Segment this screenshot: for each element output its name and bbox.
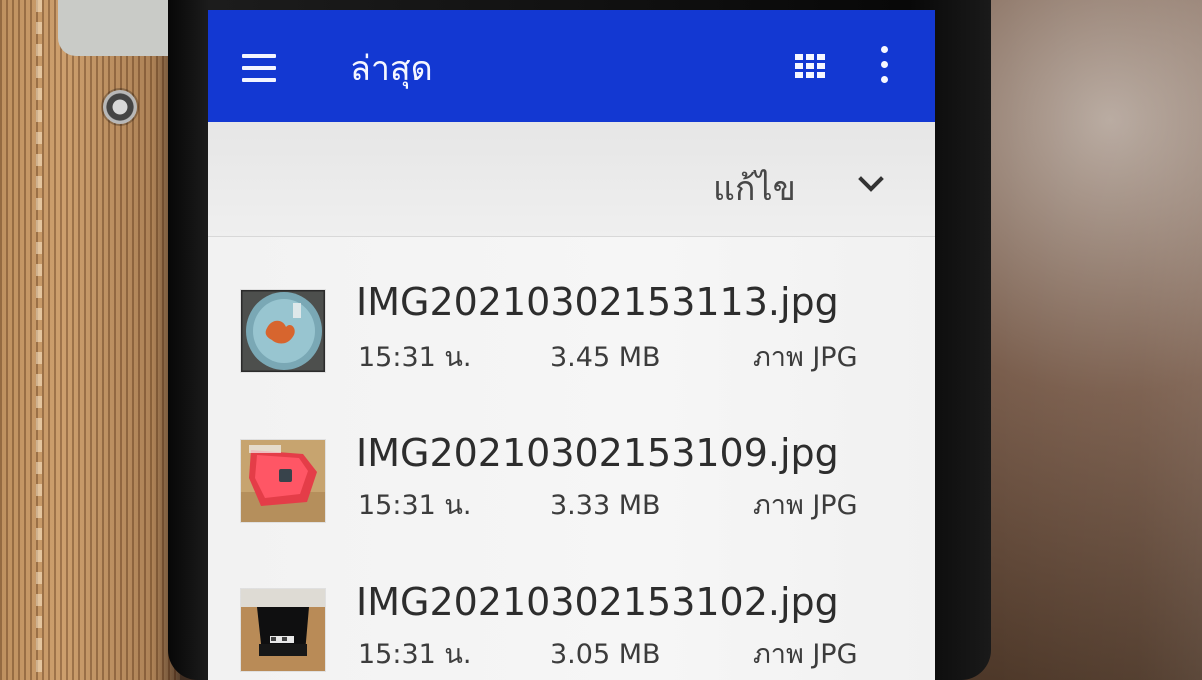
file-time: 15:31 น. bbox=[358, 342, 472, 373]
sort-toolbar: แก้ไข bbox=[208, 122, 935, 237]
file-name: IMG20210302153113.jpg bbox=[356, 280, 839, 324]
file-time: 15:31 น. bbox=[358, 490, 472, 521]
menu-line bbox=[242, 54, 276, 58]
grid-cell bbox=[817, 54, 825, 60]
file-size: 3.33 MB bbox=[550, 490, 661, 521]
case-top-edge bbox=[58, 0, 180, 56]
file-name: IMG20210302153109.jpg bbox=[356, 431, 839, 475]
grid-cell bbox=[806, 54, 814, 60]
recent-files-list: IMG20210302153113.jpg 15:31 น. 3.45 MB ภ… bbox=[208, 237, 935, 680]
file-type: ภาพ JPG bbox=[753, 490, 858, 521]
image-thumbnail-black-device bbox=[241, 589, 325, 671]
file-time: 15:31 น. bbox=[358, 639, 472, 670]
file-list-item[interactable]: IMG20210302153113.jpg 15:31 น. 3.45 MB ภ… bbox=[208, 276, 935, 421]
grid-cell bbox=[795, 54, 803, 60]
more-dot bbox=[881, 76, 888, 83]
grid-cell bbox=[806, 72, 814, 78]
case-rivet bbox=[103, 90, 137, 124]
file-size: 3.05 MB bbox=[550, 639, 661, 670]
grid-cell bbox=[795, 72, 803, 78]
more-dot bbox=[881, 61, 888, 68]
case-stitching bbox=[36, 0, 42, 680]
more-dot bbox=[881, 46, 888, 53]
menu-line bbox=[242, 66, 276, 70]
file-name: IMG20210302153102.jpg bbox=[356, 580, 839, 624]
hamburger-menu-icon[interactable] bbox=[242, 54, 276, 82]
file-size: 3.45 MB bbox=[550, 342, 661, 373]
chevron-down-icon bbox=[858, 176, 884, 192]
sort-dropdown-button[interactable]: แก้ไข bbox=[708, 160, 898, 220]
image-thumbnail-red-object bbox=[241, 440, 325, 522]
app-toolbar: ล่าสุด bbox=[208, 10, 935, 122]
grid-view-icon[interactable] bbox=[795, 54, 825, 79]
menu-line bbox=[242, 78, 276, 82]
file-type: ภาพ JPG bbox=[753, 639, 858, 670]
image-thumbnail-round-object bbox=[241, 290, 325, 372]
more-vertical-icon[interactable] bbox=[877, 46, 891, 88]
sort-label: แก้ไข bbox=[713, 169, 796, 209]
grid-cell bbox=[795, 63, 803, 69]
file-type: ภาพ JPG bbox=[753, 342, 858, 373]
grid-cell bbox=[817, 63, 825, 69]
file-list-item[interactable]: IMG20210302153109.jpg 15:31 น. 3.33 MB ภ… bbox=[208, 421, 935, 566]
leather-phone-case bbox=[0, 0, 180, 680]
page-title: ล่าสุด bbox=[350, 49, 433, 89]
file-list-item[interactable]: IMG20210302153102.jpg 15:31 น. 3.05 MB ภ… bbox=[208, 566, 935, 680]
grid-cell bbox=[806, 63, 814, 69]
phone-screen: ล่าสุด แก้ไข IMG20210302153113.jpg 15:31… bbox=[208, 10, 935, 680]
grid-cell bbox=[817, 72, 825, 78]
